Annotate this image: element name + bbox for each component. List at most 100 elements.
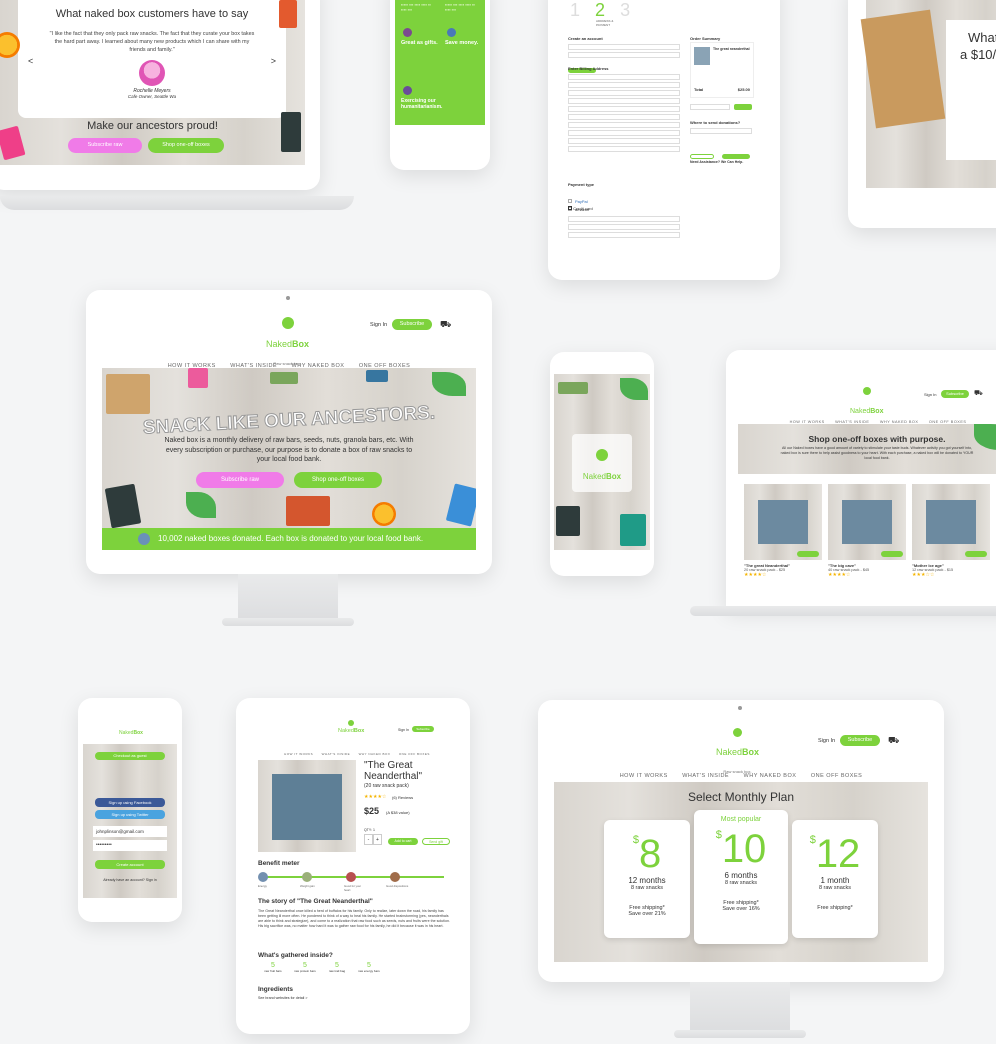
hero-subscribe-button[interactable]: Subscribe raw — [196, 472, 284, 488]
plan-price: 10 — [721, 827, 767, 871]
exercising-heading: Exercising our humanitarianism. — [401, 98, 443, 110]
credit-card-option[interactable]: Credit card — [568, 206, 593, 211]
card-form[interactable] — [568, 214, 680, 240]
prev-arrow-icon[interactable]: < — [28, 56, 33, 66]
plan-card-1-month[interactable]: $12 1 month 8 raw snacks Free shipping* — [792, 820, 878, 938]
plan-card-12-months[interactable]: $8 12 months 8 raw snacks Free shipping*… — [604, 820, 690, 938]
product-card[interactable]: "The great Neanderthal" 20 raw snack pac… — [744, 484, 822, 578]
password-field[interactable]: ••••••••• — [93, 840, 167, 851]
qty-minus-button[interactable]: - — [364, 834, 373, 845]
guest-checkout-button[interactable]: Checkout as guest — [95, 752, 165, 760]
snack-pack-image — [104, 483, 142, 529]
plans-nav-why[interactable]: WHY NAKED BOX — [744, 773, 797, 779]
paypal-option[interactable]: PayPal — [568, 190, 608, 204]
shop-subscribe-button[interactable]: Subscribe — [941, 390, 969, 398]
splash-brand-2: Box — [606, 472, 622, 481]
leaf-decoration — [432, 372, 466, 396]
plans-subscribe-button[interactable]: Subscribe — [840, 735, 880, 746]
credit-card-label: Credit card — [573, 206, 593, 211]
count-value: 5 — [303, 962, 307, 969]
snack-bar-image — [366, 370, 388, 382]
plans-nav-how[interactable]: HOW IT WORKS — [620, 773, 668, 779]
star-rating-icon: ★★★★☆ — [828, 572, 851, 578]
hero-body: Naked box is a monthly delivery of raw b… — [164, 437, 414, 463]
product-card[interactable]: "The big cave" 40 raw snack pack - $45 ★… — [828, 484, 906, 578]
product-nav-inside[interactable]: WHAT'S INSIDE — [322, 752, 351, 756]
shop-sign-in[interactable]: Sign In — [924, 392, 936, 397]
plans-nav-one-off[interactable]: ONE OFF BOXES — [811, 773, 862, 779]
product-nav-how[interactable]: HOW IT WORKS — [284, 752, 313, 756]
product-thumbnail — [694, 47, 710, 65]
snack-pack-image — [556, 506, 580, 536]
benefit-meter: Energy Weight gain Good for your heart G… — [258, 872, 448, 892]
checkout-screen: 1 2 3 ADDRESS & PAYMENT Create an accoun… — [566, 0, 762, 238]
email-field[interactable]: johnplinson@gmail.com — [93, 826, 167, 837]
qty-plus-button[interactable]: + — [373, 834, 382, 845]
plan-term: 12 months — [628, 876, 666, 885]
donations-heading: Where to send donations? — [690, 120, 741, 125]
product-card[interactable]: "Mother Ice age" 12 raw snack pack - $15… — [912, 484, 990, 578]
hero-section: SNACK LIKE OUR ANCESTORS. Naked box is a… — [102, 368, 476, 529]
product-nav-why[interactable]: WHY NAKED BOX — [359, 752, 391, 756]
plans-nav-inside[interactable]: WHAT'S INSIDE — [682, 773, 729, 779]
summary-product-name: The great neanderthal — [713, 47, 750, 51]
monitor-plans: NakedBox Raw snack box. Sign In Subscrib… — [538, 700, 944, 982]
leaf-decoration — [186, 492, 216, 518]
header-subscribe-button[interactable]: Subscribe — [392, 319, 432, 330]
step-3: 3 — [620, 0, 631, 20]
add-to-cart-button[interactable]: Add to cart — [388, 838, 418, 845]
great-gift-heading: Great as gifts. — [401, 40, 438, 46]
shop-title: Shop one-off boxes with purpose. — [808, 434, 946, 444]
donation-options[interactable] — [690, 146, 752, 159]
shop-cart-icon[interactable]: ⛟ — [974, 389, 983, 398]
payment-type-heading: Payment type — [568, 182, 595, 187]
product-nav-one-off[interactable]: ONE OFF BOXES — [399, 752, 430, 756]
hero-shop-button[interactable]: Shop one-off boxes — [294, 472, 382, 488]
subscribe-raw-button[interactable]: Subscribe raw — [68, 138, 142, 153]
billing-form[interactable] — [568, 72, 680, 154]
facebook-button[interactable]: Sign up using Facebook — [95, 798, 165, 807]
product-page-sign-in[interactable]: Sign In — [398, 728, 409, 732]
product-reviews-link[interactable]: (6) Reviews — [392, 795, 413, 800]
laptop-base — [690, 606, 996, 616]
send-gift-button[interactable]: Send gift — [422, 838, 450, 845]
testimonial-screen: What naked box customers have to say "I … — [0, 0, 305, 165]
plan-card-6-months[interactable]: Most popular $10 6 months 8 raw snacks F… — [694, 810, 788, 944]
step-1: 1 — [570, 0, 581, 20]
shop-subtitle: All our Naked boxes have a good amount o… — [780, 446, 974, 460]
tree-logo-icon — [733, 728, 743, 737]
count-value: 5 — [367, 962, 371, 969]
amazon-option[interactable]: amazon — [568, 198, 608, 212]
testimonial-quote: "I like the fact that they only pack raw… — [49, 31, 255, 53]
product-image — [912, 484, 990, 560]
summary-total-value: $25.00 — [737, 87, 750, 92]
phone-splash: NakedBox — [550, 352, 654, 576]
promo-input[interactable] — [690, 104, 730, 110]
product-price: $25 — [364, 806, 380, 816]
shop-one-off-button[interactable]: Shop one-off boxes — [148, 138, 224, 153]
order-summary-box: The great neanderthal Total $25.00 — [690, 42, 754, 98]
login-logo: NakedBox — [119, 730, 143, 736]
sign-in-footer-link[interactable]: Already have an account? Sign in — [87, 878, 173, 882]
plans-sign-in[interactable]: Sign In — [818, 738, 835, 744]
product-title: "The Great Neanderthal" — [364, 760, 423, 782]
twitter-button[interactable]: Sign up using Twitter — [95, 810, 165, 819]
benefit-text: ▪▪▪▪▪ ▪▪▪ ▪▪▪▪ ▪▪▪▪ ▪▪ ▪▪▪▪ ▪▪▪ — [445, 2, 475, 12]
donation-input[interactable] — [690, 128, 752, 134]
create-account-button[interactable]: Create account — [95, 860, 165, 869]
gathered-counts: 5 raw fruit bars 5 raw protein bars 5 raw t… — [258, 962, 388, 980]
ingredients-link[interactable]: See brand websites for detail > — [258, 996, 307, 1000]
brand-name-2: Box — [292, 339, 310, 349]
order-summary-heading: Order Summary — [690, 36, 721, 41]
orange-slice-image — [0, 32, 20, 58]
sign-in-link[interactable]: Sign In — [370, 322, 387, 328]
product-page-logo[interactable]: NakedBox — [338, 720, 364, 734]
next-arrow-icon[interactable]: > — [271, 56, 276, 66]
cart-icon[interactable]: ⛟ — [440, 319, 451, 331]
apply-button[interactable] — [734, 104, 752, 110]
benefit-label: Weight gain — [300, 884, 315, 888]
product-page-subscribe[interactable]: Subscribe — [412, 726, 434, 732]
product-image — [828, 484, 906, 560]
testimonial-title: What naked box customers have to say — [55, 8, 249, 20]
plans-cart-icon[interactable]: ⛟ — [888, 735, 899, 747]
